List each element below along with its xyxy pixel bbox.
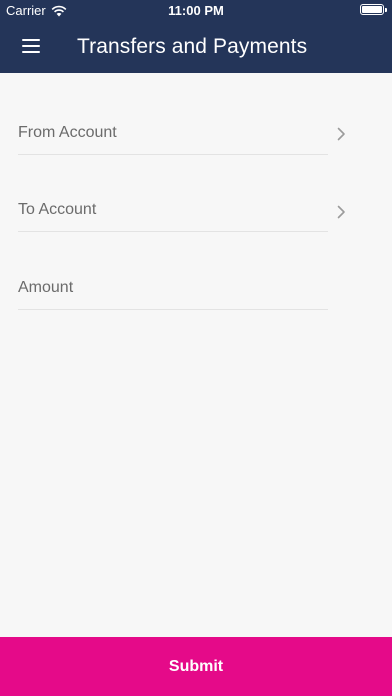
top-bar: Carrier 11:00 PM Transfers and Payments <box>0 0 392 73</box>
status-clock: 11:00 PM <box>168 3 224 18</box>
to-account-label: To Account <box>18 201 97 218</box>
amount-field[interactable]: Amount <box>18 270 328 310</box>
from-account-label: From Account <box>18 124 117 141</box>
battery-icon <box>360 4 387 15</box>
submit-button[interactable]: Submit <box>0 637 392 696</box>
from-account-field[interactable]: From Account <box>18 115 328 155</box>
battery-level-fill <box>362 6 382 13</box>
page-title: Transfers and Payments <box>77 35 308 58</box>
chevron-right-icon[interactable] <box>336 205 346 219</box>
status-bar: Carrier 11:00 PM <box>0 0 392 20</box>
menu-icon[interactable] <box>22 39 40 53</box>
to-account-field[interactable]: To Account <box>18 192 328 232</box>
amount-label: Amount <box>18 279 74 296</box>
navigation-bar: Transfers and Payments <box>0 20 392 73</box>
chevron-right-icon[interactable] <box>336 127 346 141</box>
